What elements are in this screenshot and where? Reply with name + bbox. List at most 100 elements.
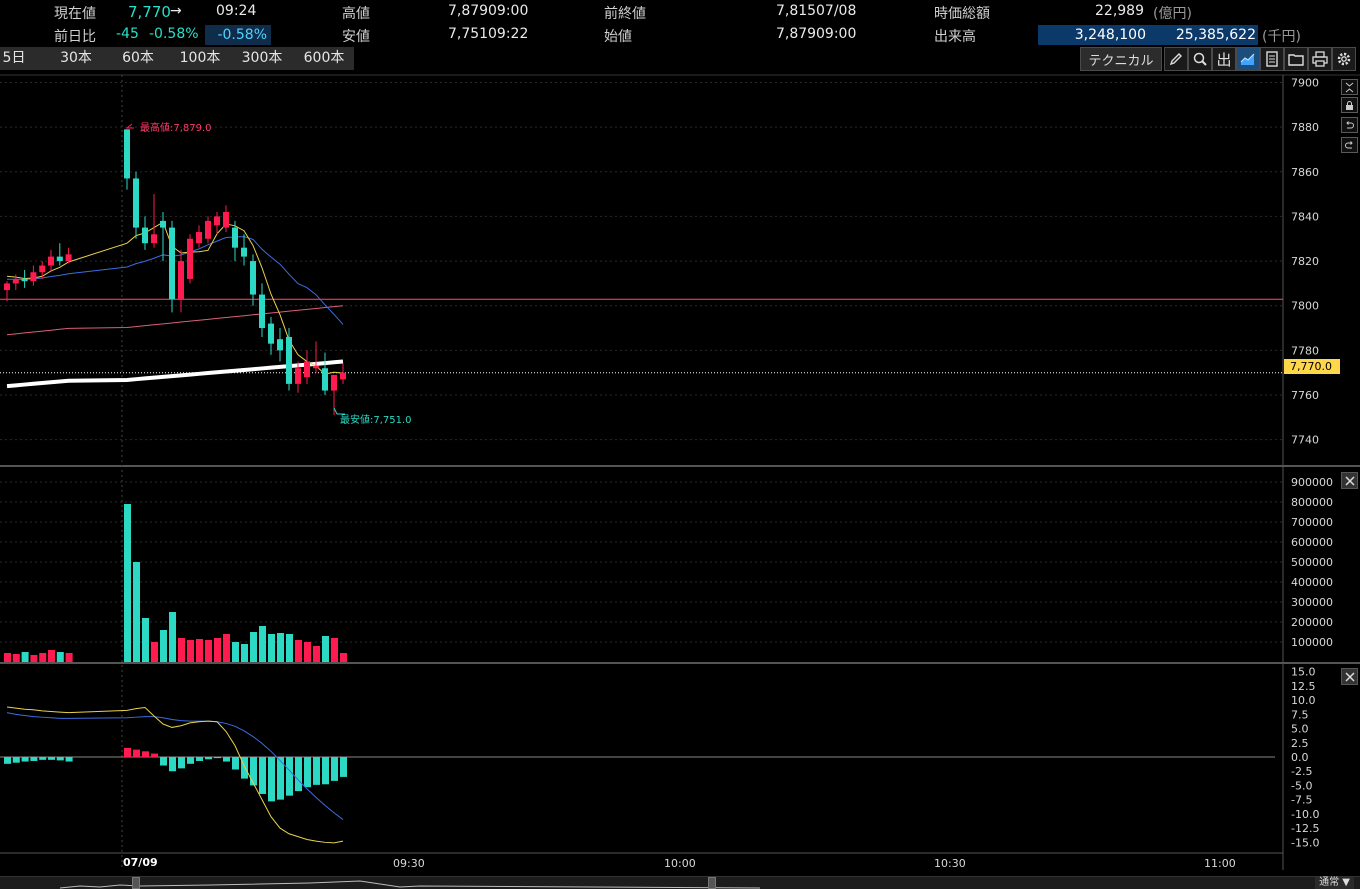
folder-icon[interactable]	[1284, 47, 1308, 71]
volume-bar	[65, 653, 73, 662]
macd-tick-label: 0.0	[1291, 751, 1309, 764]
candle-body	[178, 261, 184, 300]
candle-body	[124, 129, 130, 179]
current-price: 7,770	[128, 3, 171, 21]
macd-histogram-bar	[56, 757, 64, 761]
tab-5-days[interactable]: 5日	[0, 47, 28, 70]
tab-100-bars[interactable]: 100本	[170, 47, 230, 70]
macd-signal-line	[6, 712, 344, 820]
candle-body	[30, 272, 37, 282]
tab-600-bars[interactable]: 600本	[294, 47, 354, 70]
scrollbar-left-handle[interactable]	[132, 877, 140, 889]
macd-histogram-bar	[205, 757, 212, 760]
macd-histogram-bar	[214, 757, 221, 759]
open-label: 始値	[604, 29, 632, 45]
output-icon[interactable]: 出	[1212, 47, 1236, 71]
current-price-tag: 7,770.0	[1284, 359, 1340, 374]
redo-icon[interactable]	[1341, 137, 1358, 153]
turnover-value: 25,385,622	[1150, 25, 1258, 45]
volume-bar	[160, 630, 167, 662]
tab-30-bars[interactable]: 30本	[48, 47, 104, 70]
price-tick-label: 7880	[1291, 121, 1319, 134]
mode-dropdown[interactable]: 通常 ▼	[1315, 877, 1354, 889]
volume-bar	[331, 638, 338, 662]
candle-body	[304, 361, 310, 378]
market-cap-label: 時価総額	[934, 6, 990, 22]
macd-histogram-bar	[313, 757, 320, 785]
volume-bar	[250, 632, 257, 662]
open-time: 09:00	[816, 26, 857, 42]
macd-histogram-bar	[304, 757, 311, 788]
gear-icon[interactable]	[1332, 47, 1356, 71]
macd-histogram-bar	[48, 757, 55, 760]
candle-body	[214, 216, 220, 226]
lock-icon[interactable]	[1341, 97, 1358, 113]
high-label: 高値	[342, 6, 370, 22]
macd-histogram-bar	[39, 757, 47, 760]
fit-icon[interactable]	[1341, 79, 1358, 95]
chart-type-icon[interactable]	[1236, 47, 1260, 71]
volume-tick-label: 900000	[1291, 476, 1333, 489]
prev-close-label: 前終値	[604, 6, 646, 22]
volume-bar	[39, 653, 47, 662]
volume-bar	[124, 504, 131, 662]
prev-close-value: 7,815	[776, 3, 817, 19]
volume-bar	[196, 639, 203, 662]
volume-tick-label: 300000	[1291, 596, 1333, 609]
volume-bar	[232, 642, 239, 662]
macd-histogram-bar	[268, 757, 275, 802]
macd-tick-label: -2.5	[1291, 765, 1312, 778]
time-tick-1030: 10:30	[934, 857, 966, 870]
macd-histogram-bar	[133, 749, 140, 757]
scrollbar-preview	[60, 880, 760, 889]
volume-tick-label: 600000	[1291, 536, 1333, 549]
macd-histogram-bar	[196, 757, 203, 761]
time-tick-1100: 11:00	[1204, 857, 1236, 870]
volume-bar	[277, 633, 284, 662]
volume-bar	[268, 634, 275, 662]
high-annotation: 最高値:7,879.0	[140, 123, 212, 134]
candle-body	[39, 265, 46, 273]
close-macd-panel-icon[interactable]	[1341, 668, 1358, 685]
tab-300-bars[interactable]: 300本	[232, 47, 292, 70]
market-cap-unit: (億円)	[1153, 6, 1192, 22]
date-label: 07/09	[123, 856, 158, 869]
ma75-line	[6, 305, 344, 336]
volume-bar	[214, 638, 221, 662]
macd-tick-label: 7.5	[1291, 708, 1309, 721]
macd-tick-label: -7.5	[1291, 794, 1312, 807]
macd-histogram-bar	[160, 757, 167, 766]
volume-bar	[295, 640, 302, 662]
macd-histogram-bar	[295, 757, 302, 792]
macd-line	[6, 706, 344, 844]
macd-histogram-bar	[241, 757, 248, 779]
print-icon[interactable]	[1308, 47, 1332, 71]
technical-button[interactable]: テクニカル	[1080, 47, 1162, 71]
volume-bar	[322, 636, 329, 662]
change-label: 前日比	[54, 29, 96, 45]
undo-icon[interactable]	[1341, 117, 1358, 133]
ma5-line	[6, 221, 344, 375]
range-tabs: 5日 30本 60本 100本 300本 600本	[0, 47, 354, 70]
volume-tick-label: 500000	[1291, 556, 1333, 569]
scrollbar-right-handle[interactable]	[708, 877, 716, 889]
macd-histogram-bar	[331, 757, 338, 781]
pencil-icon[interactable]	[1164, 47, 1188, 71]
volume-bar	[259, 626, 266, 662]
volume-tick-label: 100000	[1291, 636, 1333, 649]
macd-histogram-bar	[21, 757, 29, 762]
time-tick-1000: 10:00	[664, 857, 696, 870]
search-zoom-icon[interactable]	[1188, 47, 1212, 71]
volume-bar	[286, 634, 293, 662]
time-scrollbar[interactable]: 通常 ▼	[0, 876, 1360, 889]
tab-60-bars[interactable]: 60本	[110, 47, 166, 70]
candle-body	[241, 247, 247, 257]
price-tick-label: 7820	[1291, 255, 1319, 268]
macd-histogram-bar	[259, 757, 266, 794]
close-volume-panel-icon[interactable]	[1341, 472, 1358, 489]
macd-histogram-bar	[223, 757, 230, 762]
candle-body	[340, 372, 346, 380]
low-annotation: 最安値:7,751.0	[340, 415, 412, 426]
macd-tick-label: -10.0	[1291, 808, 1319, 821]
document-icon[interactable]	[1260, 47, 1284, 71]
